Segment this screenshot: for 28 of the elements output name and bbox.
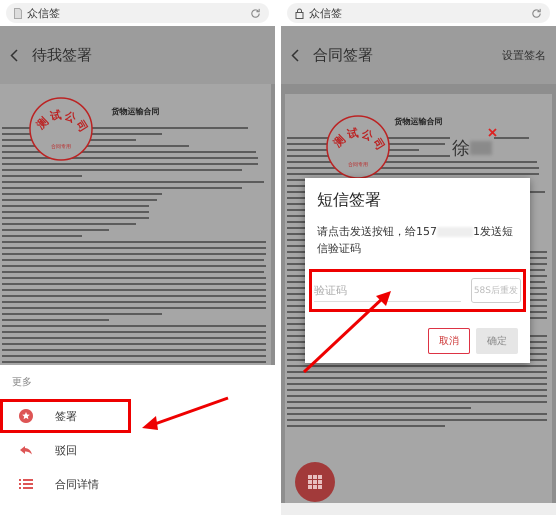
- back-icon[interactable]: [10, 48, 18, 62]
- screen-title: 合同签署: [313, 46, 374, 64]
- set-signature-link[interactable]: 设置签名: [502, 48, 546, 62]
- grid-icon: [308, 475, 322, 489]
- lock-icon: [295, 8, 304, 18]
- delete-icon[interactable]: [488, 128, 497, 137]
- dialog-button[interactable]: 取消: [428, 328, 470, 354]
- contract-title: 货物运输合同: [112, 106, 160, 117]
- screen-title: 待我签署: [32, 46, 93, 64]
- back-icon[interactable]: [291, 48, 299, 62]
- reload-icon[interactable]: [531, 8, 542, 18]
- page-title: 众信签: [27, 6, 61, 20]
- address-bar[interactable]: 众信签: [6, 3, 269, 23]
- dialog-message: 请点击发送按钮，给157 1发送短信验证码: [317, 224, 514, 257]
- menu-item[interactable]: 合同详情: [0, 467, 131, 501]
- page-title: 众信签: [309, 6, 343, 20]
- blurred-signature: [470, 141, 492, 155]
- reload-icon[interactable]: [250, 8, 261, 18]
- signature: 徐: [452, 137, 470, 160]
- address-bar[interactable]: 众信签: [287, 3, 550, 23]
- list-icon: [19, 477, 33, 491]
- contract-title: 货物运输合同: [394, 116, 442, 127]
- page-icon: [14, 8, 22, 18]
- dialog-title: 短信签署: [317, 190, 382, 211]
- menu-item[interactable]: 签署: [0, 399, 131, 433]
- sheet-heading: 更多: [11, 376, 33, 390]
- menu-item[interactable]: 驳回: [0, 433, 131, 467]
- reply-icon: [19, 443, 33, 457]
